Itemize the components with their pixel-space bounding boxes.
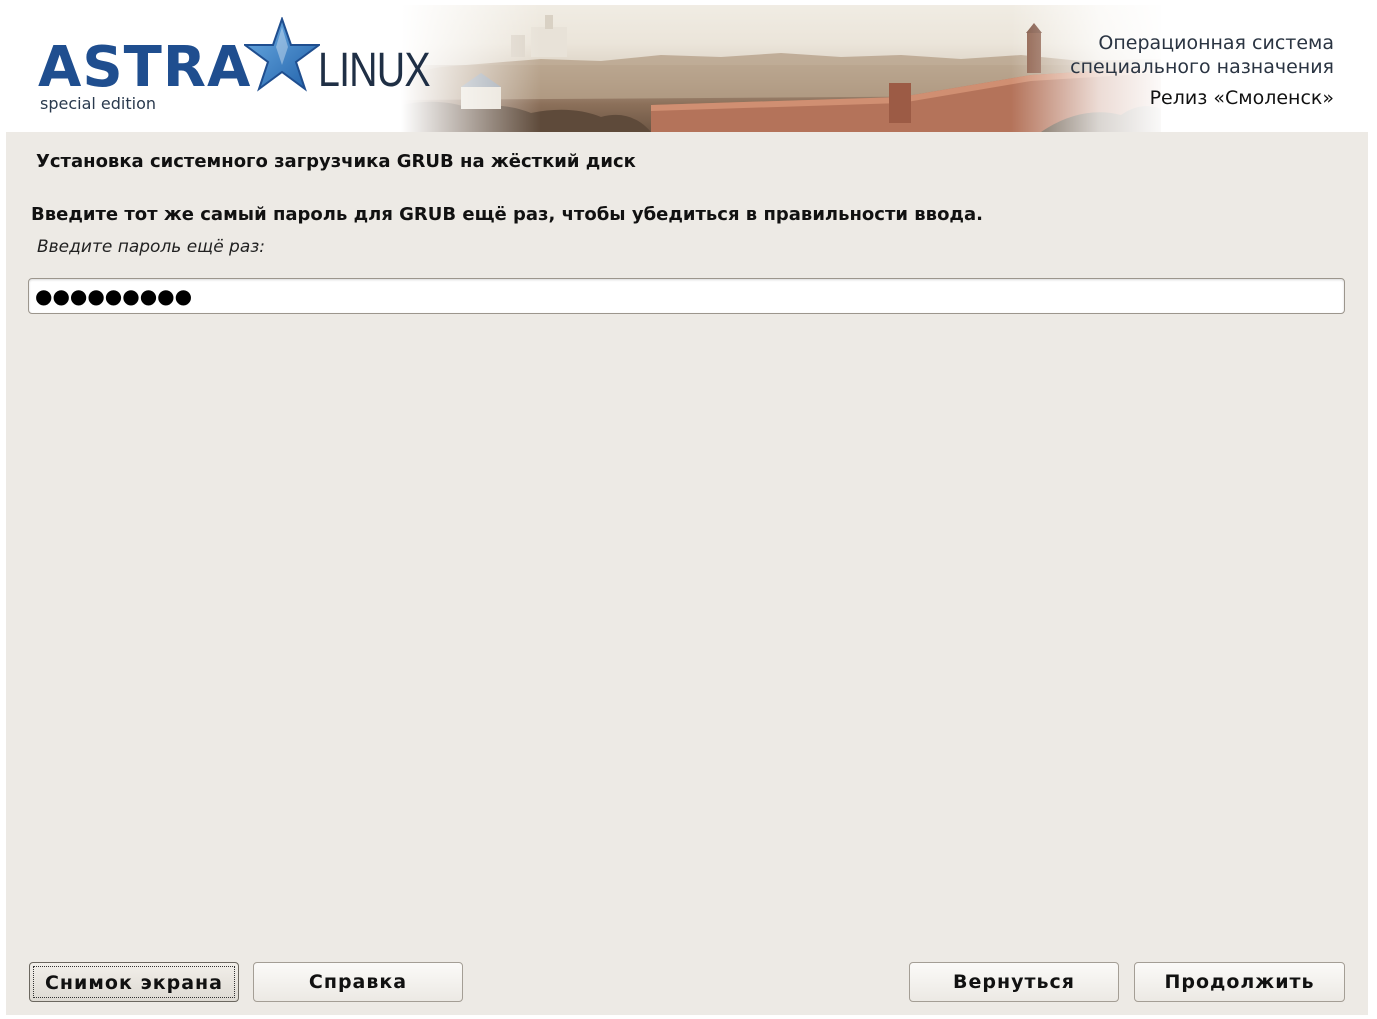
header-banner: ASTRA LINUX special edition Операционная… (6, 5, 1368, 132)
continue-button[interactable]: Продолжить (1134, 962, 1345, 1002)
help-button[interactable]: Справка (253, 962, 463, 1002)
installer-window: ASTRA LINUX special edition Операционная… (6, 5, 1368, 1015)
password-confirm-input[interactable]: ●●●●●●●●● (28, 278, 1345, 314)
screenshot-button-label: Снимок экрана (33, 966, 235, 998)
page-title: Установка системного загрузчика GRUB на … (36, 151, 636, 172)
logo-astra-wordmark: ASTRA (38, 35, 252, 100)
logo-linux-wordmark: LINUX (318, 44, 431, 97)
password-prompt-label: Введите пароль ещё раз: (37, 237, 266, 257)
tagline-line-1: Операционная система (1098, 32, 1334, 54)
star-icon (241, 15, 323, 97)
screenshot-button[interactable]: Снимок экрана (29, 962, 239, 1002)
tagline-line-2: специального назначения (1070, 56, 1334, 78)
header-tagline: Операционная система специального назнач… (1070, 31, 1334, 113)
release-label: Релиз «Смоленск» (1149, 87, 1334, 109)
logo-edition-label: special edition (40, 94, 157, 113)
back-button[interactable]: Вернуться (909, 962, 1119, 1002)
question-text: Введите тот же самый пароль для GRUB ещё… (31, 204, 983, 225)
